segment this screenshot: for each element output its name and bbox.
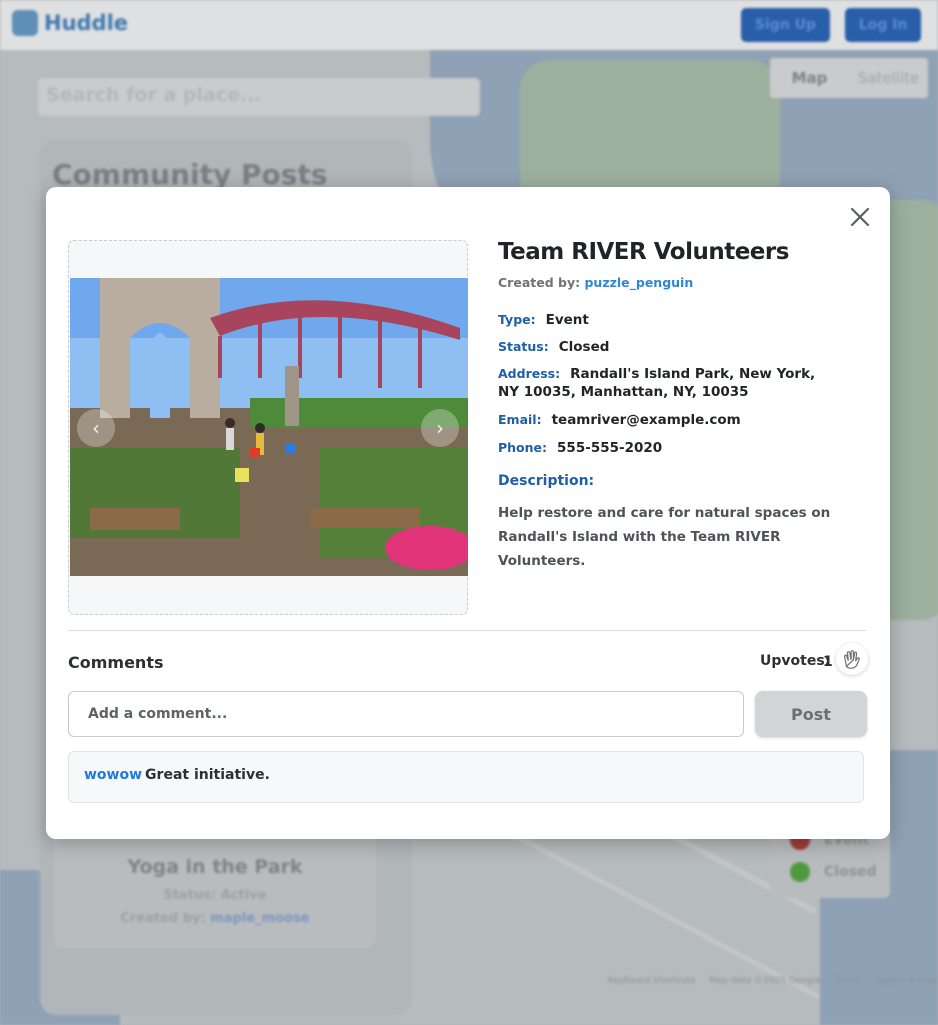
post-creator: Created by: puzzle_penguin (498, 275, 858, 290)
logo[interactable]: Huddle (12, 10, 128, 36)
chevron-right-icon: › (436, 416, 444, 440)
map-footer: Keyboard shortcuts Map data ©2025 Google… (608, 976, 938, 986)
comment-text: Great initiative. (145, 767, 270, 783)
post-card-title: Yoga in the Park (127, 856, 303, 878)
email-value: teamriver@example.com (551, 412, 741, 428)
type-label: Type: (498, 312, 536, 327)
type-value: Event (545, 312, 589, 328)
creator-link[interactable]: puzzle_penguin (584, 275, 693, 290)
legend-label-closed: Closed (824, 864, 877, 880)
post-card-creator: Created by: maple_moose (54, 911, 376, 926)
prev-image-button[interactable]: ‹ (77, 409, 115, 447)
satellite-tab[interactable]: Satellite (849, 69, 928, 87)
description-label: Description: (498, 473, 595, 489)
phone-value: 555-555-2020 (557, 440, 663, 456)
map-type-toggle: Map Satellite (770, 58, 928, 98)
close-button[interactable] (848, 205, 872, 229)
comment-author-link[interactable]: wowow (84, 767, 142, 783)
logo-icon (12, 10, 38, 36)
login-button[interactable]: Log In (845, 8, 921, 42)
post-comment-button[interactable]: Post (755, 691, 867, 737)
logo-text: Huddle (44, 11, 129, 35)
post-card-status: Status: Active (163, 888, 267, 903)
post-card[interactable]: Yoga in the Park Status: Active Created … (54, 830, 376, 948)
post-details: Team RIVER Volunteers Created by: puzzle… (498, 239, 858, 569)
chevron-left-icon: ‹ (92, 416, 100, 440)
creator-link[interactable]: maple_moose (210, 911, 309, 926)
upvote-button[interactable] (836, 643, 868, 675)
report-error-link[interactable]: Report a map error (875, 976, 938, 986)
upvotes-label: Upvotes: (760, 653, 831, 669)
comment-input[interactable] (68, 691, 744, 737)
status-value: Closed (558, 339, 610, 355)
clapping-hands-icon (844, 650, 860, 669)
email-label: Email: (498, 412, 542, 427)
comment-item: wowow Great initiative. (68, 751, 864, 803)
created-by-label: Created by: (498, 275, 581, 290)
signup-button[interactable]: Sign Up (741, 8, 830, 42)
upvotes-count: 1 (823, 654, 833, 670)
address-label: Address: (498, 366, 561, 381)
terms-link[interactable]: Terms (835, 976, 862, 986)
close-icon (850, 207, 870, 227)
top-navbar: Huddle Sign Up Log In (0, 0, 938, 50)
field-type: Type: Event (498, 311, 589, 329)
keyboard-shortcuts-link[interactable]: Keyboard shortcuts (608, 976, 695, 986)
post-photo (70, 278, 468, 576)
comments-title: Comments (68, 653, 164, 672)
description-text: Help restore and care for natural spaces… (498, 505, 831, 569)
divider (68, 630, 866, 631)
field-email: Email: teamriver@example.com (498, 411, 741, 429)
field-status: Status: Closed (498, 338, 609, 356)
closed-marker-icon (790, 862, 810, 882)
garden-photo-image (70, 278, 468, 576)
field-phone: Phone: 555-555-2020 (498, 439, 662, 457)
next-image-button[interactable]: › (421, 409, 459, 447)
status-label: Status: (498, 339, 549, 354)
phone-label: Phone: (498, 440, 548, 455)
map-tab[interactable]: Map (770, 69, 849, 87)
field-address: Address: Randall's Island Park, New York,… (498, 365, 838, 401)
map-data-text: Map data ©2025 Google (709, 976, 821, 986)
post-detail-modal: ‹ › Team RIVER Volunteers Created by: pu… (46, 187, 890, 839)
map-search-input[interactable]: Search for a place... (38, 78, 480, 116)
image-carousel: ‹ › (68, 240, 468, 615)
post-title: Team RIVER Volunteers (498, 239, 789, 265)
created-by-label: Created by: (120, 911, 206, 926)
